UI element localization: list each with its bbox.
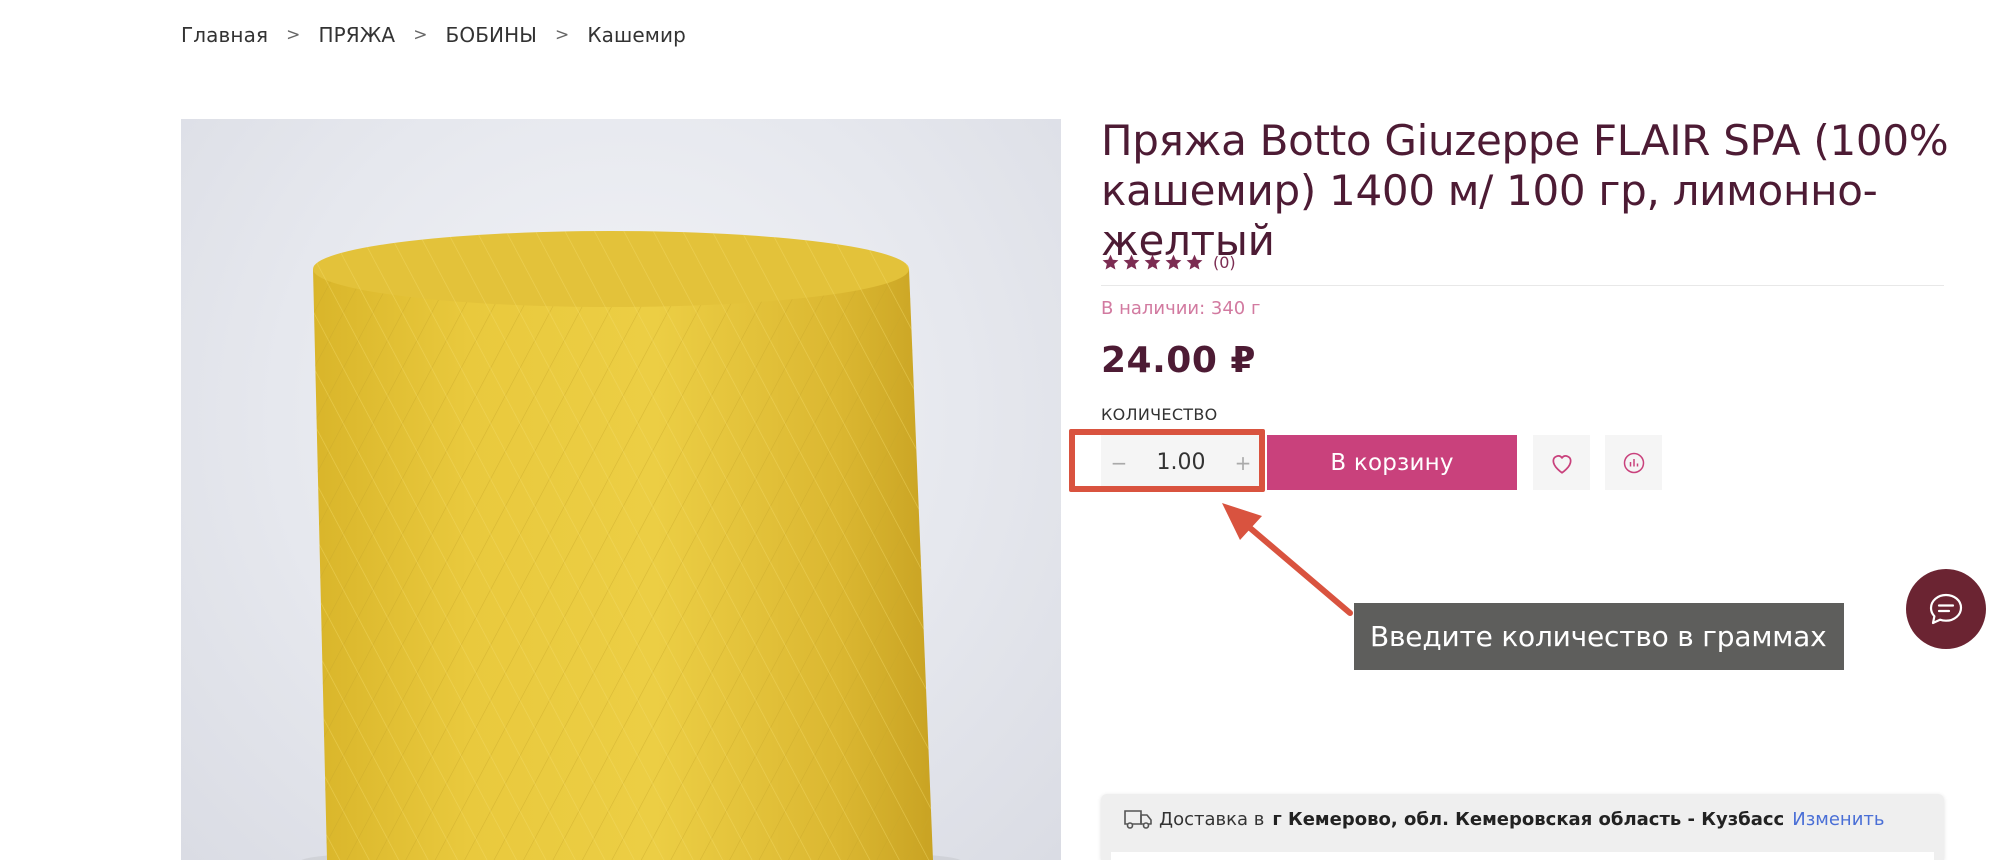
annotation-tooltip: Введите количество в граммах [1354,603,1844,670]
delivery-content-panel [1111,852,1934,860]
breadcrumb-item-bobbins[interactable]: БОБИНЫ [446,23,537,47]
delivery-change-link[interactable]: Изменить [1792,809,1884,830]
truck-icon [1124,810,1152,829]
breadcrumb-separator: > [286,25,301,45]
stock-status: В наличии: 340 г [1101,298,1261,319]
star-icon [1144,254,1161,270]
product-image[interactable] [181,119,1061,860]
product-price: 24.00 ₽ [1101,340,1256,381]
delivery-prefix: Доставка в [1159,808,1265,830]
chat-button[interactable] [1906,569,1986,649]
breadcrumb-item-cashmere[interactable]: Кашемир [587,23,686,47]
star-icon [1123,254,1140,270]
breadcrumb-item-yarn[interactable]: ПРЯЖА [318,23,395,47]
delivery-block: Доставка в г Кемерово, обл. Кемеровская … [1101,794,1944,860]
star-icon [1186,254,1203,270]
product-rating[interactable]: (0) [1101,251,1236,273]
rating-count[interactable]: (0) [1213,253,1236,272]
chart-icon [1623,452,1644,473]
breadcrumb-separator: > [554,25,570,45]
product-title: Пряжа Botto Giuzeppe FLAIR SPA (100% каш… [1101,116,1949,265]
add-to-cart-button[interactable]: В корзину [1267,435,1517,490]
yarn-bobbin-illustration [301,231,961,860]
divider [1101,285,1944,286]
star-icon [1165,254,1182,270]
chat-bubble-icon [1929,593,1963,625]
heart-icon [1551,454,1572,474]
compare-button[interactable] [1605,435,1662,490]
favorite-button[interactable] [1533,435,1590,490]
rating-stars [1101,253,1204,272]
star-icon [1102,254,1119,270]
breadcrumb-item-home[interactable]: Главная [181,23,268,47]
delivery-location: г Кемерово, обл. Кемеровская область - К… [1272,808,1785,830]
delivery-info: Доставка в г Кемерово, обл. Кемеровская … [1123,808,1884,830]
breadcrumb-separator: > [413,25,428,45]
quantity-label: КОЛИЧЕСТВО [1101,405,1218,424]
breadcrumb: Главная > ПРЯЖА > БОБИНЫ > Кашемир [181,22,686,48]
quantity-highlight-box [1069,429,1265,492]
